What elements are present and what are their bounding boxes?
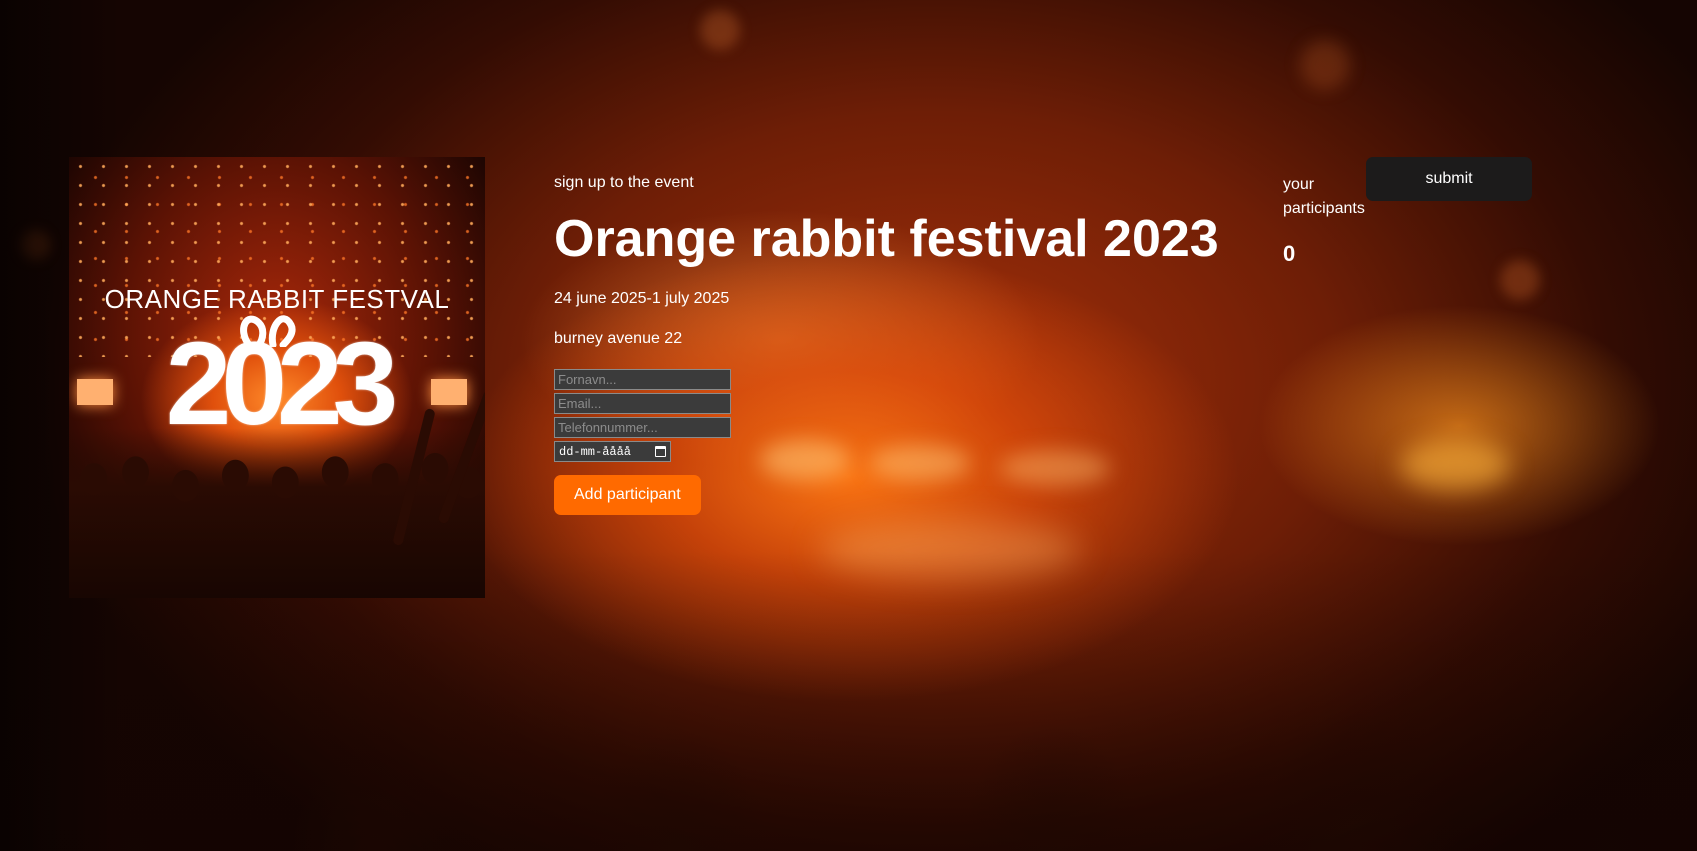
calendar-icon[interactable] — [655, 446, 666, 457]
event-dates: 24 june 2025-1 july 2025 — [554, 290, 730, 307]
event-poster: ORANGE RABBIT FESTVAL 2023 — [69, 157, 485, 598]
background-bokeh — [1500, 260, 1540, 300]
background-bokeh — [700, 10, 740, 50]
event-title: Orange rabbit festival 2023 — [554, 210, 1219, 268]
event-info: sign up to the event Orange rabbit festi… — [554, 173, 1234, 515]
first-name-input[interactable] — [554, 369, 731, 390]
date-placeholder: dd-mm-åååå — [559, 444, 632, 459]
email-input[interactable] — [554, 393, 731, 414]
submit-button[interactable]: submit — [1366, 157, 1532, 201]
phone-input[interactable] — [554, 417, 731, 438]
background-bokeh — [1300, 40, 1350, 90]
birthdate-input[interactable]: dd-mm-åååå — [554, 441, 671, 462]
signup-eyebrow: sign up to the event — [554, 174, 694, 191]
event-address: burney avenue 22 — [554, 330, 683, 347]
participants-label: your participants — [1283, 176, 1365, 217]
add-participant-button[interactable]: Add participant — [554, 475, 701, 515]
participants-count: 0 — [1283, 241, 1296, 266]
participant-form: dd-mm-åååå Add participant — [554, 369, 1234, 515]
participants-panel: your participants 0 — [1283, 173, 1373, 267]
background-bokeh — [1400, 440, 1510, 490]
